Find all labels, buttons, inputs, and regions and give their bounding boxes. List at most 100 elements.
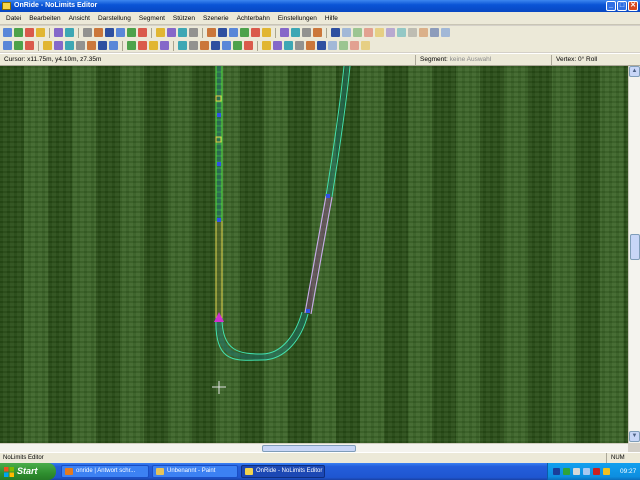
editor-viewport[interactable] (0, 66, 628, 443)
open-icon[interactable] (14, 28, 23, 37)
vertex-point[interactable] (217, 162, 221, 166)
horizontal-scroll-thumb[interactable] (262, 445, 356, 452)
undo-icon[interactable] (54, 28, 63, 37)
terrain1-icon[interactable] (127, 41, 136, 50)
menu-item-szenerie[interactable]: Szenerie (199, 15, 233, 22)
menu-item-ansicht[interactable]: Ansicht (65, 15, 94, 22)
minimize-button[interactable]: _ (606, 1, 616, 11)
tray-speaker-icon[interactable] (573, 468, 580, 475)
menu-item-achterbahn[interactable]: Achterbahn (233, 15, 274, 22)
stop-label-icon[interactable] (361, 41, 370, 50)
track-down-icon[interactable] (94, 28, 103, 37)
cube-icon[interactable] (229, 28, 238, 37)
track-icon[interactable] (83, 28, 92, 37)
track-segment-straight-upper[interactable] (215, 66, 223, 221)
camera-icon[interactable] (207, 28, 216, 37)
new-icon[interactable] (3, 28, 12, 37)
mode4-icon[interactable] (306, 41, 315, 50)
mode6-icon[interactable] (328, 41, 337, 50)
c2-icon[interactable] (364, 28, 373, 37)
support5-icon[interactable] (87, 41, 96, 50)
move-icon[interactable] (167, 28, 176, 37)
support7-icon[interactable] (109, 41, 118, 50)
track-up-icon[interactable] (105, 28, 114, 37)
vertical-scrollbar[interactable]: ▲ ▼ (628, 66, 640, 443)
support2-icon[interactable] (54, 41, 63, 50)
cut-icon[interactable] (36, 28, 45, 37)
taskbar-item-nolimits[interactable]: OnRide - NoLimits Editor (241, 465, 325, 478)
support-e-icon[interactable] (222, 41, 231, 50)
maximize-button[interactable]: □ (617, 1, 627, 11)
tray-shield-icon[interactable] (593, 468, 600, 475)
track-segment-curve[interactable] (215, 311, 309, 361)
add-icon[interactable] (178, 28, 187, 37)
track-segment-rising[interactable] (325, 66, 351, 198)
c4-icon[interactable] (386, 28, 395, 37)
mode1-icon[interactable] (273, 41, 282, 50)
support6-icon[interactable] (98, 41, 107, 50)
support1-icon[interactable] (43, 41, 52, 50)
support-g-icon[interactable] (244, 41, 253, 50)
paint-icon[interactable] (14, 41, 23, 50)
scroll-up-arrow-icon[interactable]: ▲ (629, 66, 640, 77)
tray-app-icon[interactable] (583, 468, 590, 475)
menu-item-einstellungen[interactable]: Einstellungen (274, 15, 321, 22)
support-f-icon[interactable] (233, 41, 242, 50)
taskbar-item-paint[interactable]: Unbenannt - Paint (152, 465, 238, 478)
redo-icon[interactable] (65, 28, 74, 37)
terrain2-icon[interactable] (138, 41, 147, 50)
c8-icon[interactable] (430, 28, 439, 37)
prev-icon[interactable] (251, 28, 260, 37)
track-segment-straight-lower[interactable] (215, 221, 223, 318)
menu-item-datei[interactable]: Datei (2, 15, 25, 22)
vertical-scroll-thumb[interactable] (630, 234, 640, 260)
grass-icon[interactable] (160, 41, 169, 50)
c5-icon[interactable] (397, 28, 406, 37)
play-icon[interactable] (342, 28, 351, 37)
split-icon[interactable] (156, 28, 165, 37)
tray-alert-icon[interactable] (603, 468, 610, 475)
stop-icon[interactable] (313, 28, 322, 37)
track-canvas[interactable] (0, 66, 628, 443)
vertex-point[interactable] (217, 113, 221, 117)
support4-icon[interactable] (76, 41, 85, 50)
vertex-point[interactable] (326, 194, 330, 198)
mode7-icon[interactable] (339, 41, 348, 50)
taskbar-item-browser[interactable]: onride | Antwort schr... (61, 465, 149, 478)
menu-item-st-tzen[interactable]: Stützen (169, 15, 199, 22)
support-c-icon[interactable] (200, 41, 209, 50)
start-button[interactable]: Start (0, 463, 56, 480)
coaster-icon[interactable] (3, 41, 12, 50)
track-flat-icon[interactable] (116, 28, 125, 37)
car-icon[interactable] (127, 28, 136, 37)
menu-item-segment[interactable]: Segment (135, 15, 169, 22)
title-bar[interactable]: OnRide - NoLimits Editor _ □ ✕ (0, 0, 640, 12)
next-icon[interactable] (262, 28, 271, 37)
vertex-point[interactable] (217, 218, 221, 222)
close-button[interactable]: ✕ (628, 1, 638, 11)
track-segment-selected[interactable] (304, 195, 333, 315)
connect-icon[interactable] (25, 41, 34, 50)
warning-icon[interactable] (280, 28, 289, 37)
vertex-point[interactable] (306, 309, 310, 313)
c6-icon[interactable] (408, 28, 417, 37)
support3-icon[interactable] (65, 41, 74, 50)
support-b-icon[interactable] (189, 41, 198, 50)
page2-icon[interactable] (302, 28, 311, 37)
page-icon[interactable] (218, 28, 227, 37)
support-d-icon[interactable] (211, 41, 220, 50)
support-a-icon[interactable] (178, 41, 187, 50)
cross-icon[interactable] (189, 28, 198, 37)
photo-icon[interactable] (240, 28, 249, 37)
save-icon[interactable] (25, 28, 34, 37)
tray-network-icon[interactable] (563, 468, 570, 475)
menu-item-bearbeiten[interactable]: Bearbeiten (25, 15, 64, 22)
horizontal-scrollbar[interactable] (0, 443, 628, 452)
mode8-icon[interactable] (350, 41, 359, 50)
scroll-down-arrow-icon[interactable]: ▼ (629, 431, 640, 442)
render-icon[interactable] (291, 28, 300, 37)
c9-icon[interactable] (441, 28, 450, 37)
train-icon[interactable] (138, 28, 147, 37)
mode2-icon[interactable] (284, 41, 293, 50)
menu-item-darstellung[interactable]: Darstellung (94, 15, 135, 22)
